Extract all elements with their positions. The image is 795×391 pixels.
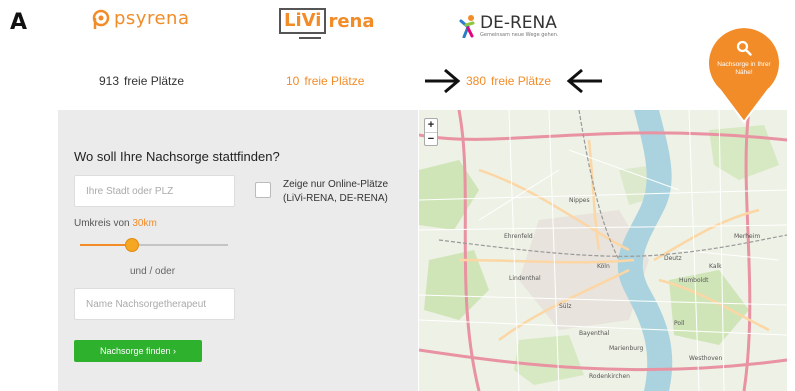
therapist-name-input[interactable] [74, 288, 235, 320]
livirena-places-label: freie Plätze [304, 74, 365, 88]
arrow-right-icon [425, 68, 461, 94]
livirena-logo-text: rena [328, 10, 375, 32]
derena-logo-text: DE-RENA [480, 13, 557, 33]
map-label-lindenthal: Lindenthal [509, 275, 541, 282]
map-label-deutz: Deutz [664, 255, 682, 262]
zoom-in-button[interactable]: + [425, 119, 437, 132]
psyrena-places-count: 913 [99, 74, 120, 88]
map-pin-text: Nachsorge in Ihrer Nähe! [717, 61, 771, 76]
map-label-bayenthal: Bayenthal [579, 330, 610, 337]
online-only-checkbox[interactable] [255, 182, 271, 198]
zoom-out-button[interactable]: − [425, 132, 437, 145]
radius-label-prefix: Umkreis von [74, 218, 130, 229]
city-or-zip-input[interactable] [74, 175, 235, 207]
map-zoom-control: + − [424, 118, 438, 146]
derena-places-label: freie Plätze [491, 74, 552, 88]
map-label-ehrenfeld: Ehrenfeld [504, 233, 533, 240]
find-aftercare-button[interactable]: Nachsorge finden › [74, 340, 202, 362]
derena-places-count: 380 [466, 74, 487, 88]
map-label-suelz: Sülz [559, 303, 571, 310]
map-label-poll: Poll [674, 320, 685, 327]
map[interactable]: Köln Deutz Ehrenfeld Nippes Sülz Lindent… [419, 110, 787, 391]
map-label-rodenkirchen: Rodenkirchen [589, 373, 630, 380]
map-label-kalk: Kalk [709, 263, 722, 270]
radius-label: Umkreis von 30km [74, 218, 157, 229]
map-tiles[interactable]: Köln Deutz Ehrenfeld Nippes Sülz Lindent… [419, 110, 787, 391]
arrow-left-icon [566, 68, 602, 94]
radius-slider-thumb[interactable] [124, 238, 139, 252]
radius-slider[interactable] [80, 238, 228, 252]
livirena-places-count: 10 [286, 74, 300, 88]
map-label-humboldt: Humboldt [679, 277, 709, 284]
map-label-koeln: Köln [597, 263, 610, 270]
radius-value: 30km [132, 218, 157, 229]
psyrena-logo-icon [92, 9, 110, 29]
form-title: Wo soll Ihre Nachsorge stattfinden? [74, 149, 280, 164]
psyrena-logo[interactable]: psyrena [92, 8, 189, 29]
map-label-merheim: Merheim [734, 233, 760, 240]
derena-tagline: Gemeinsam neue Wege gehen. [480, 32, 559, 38]
livirena-free-places: 10 freie Plätze [286, 74, 364, 88]
map-label-marienburg: Marienburg [609, 345, 643, 352]
derena-logo[interactable]: DE-RENA Gemeinsam neue Wege gehen. [458, 14, 558, 38]
derena-free-places: 380 freie Plätze [466, 74, 551, 88]
psyrena-free-places: 913 freie Plätze [99, 74, 184, 88]
online-only-label: Zeige nur Online-Plätze (LiVi-RENA, DE-R… [283, 179, 389, 204]
panel-letter: A [10, 10, 28, 35]
livirena-logo-box: LiVi [279, 8, 327, 39]
livirena-logo[interactable]: LiVi rena [279, 8, 375, 39]
map-label-westhoven: Westhoven [689, 355, 722, 362]
psyrena-places-label: freie Plätze [124, 74, 185, 88]
and-or-label: und / oder [130, 266, 176, 277]
derena-figure-icon [459, 15, 475, 38]
psyrena-logo-text: psyrena [114, 8, 190, 29]
map-label-nippes: Nippes [569, 197, 590, 204]
search-icon [736, 40, 752, 56]
